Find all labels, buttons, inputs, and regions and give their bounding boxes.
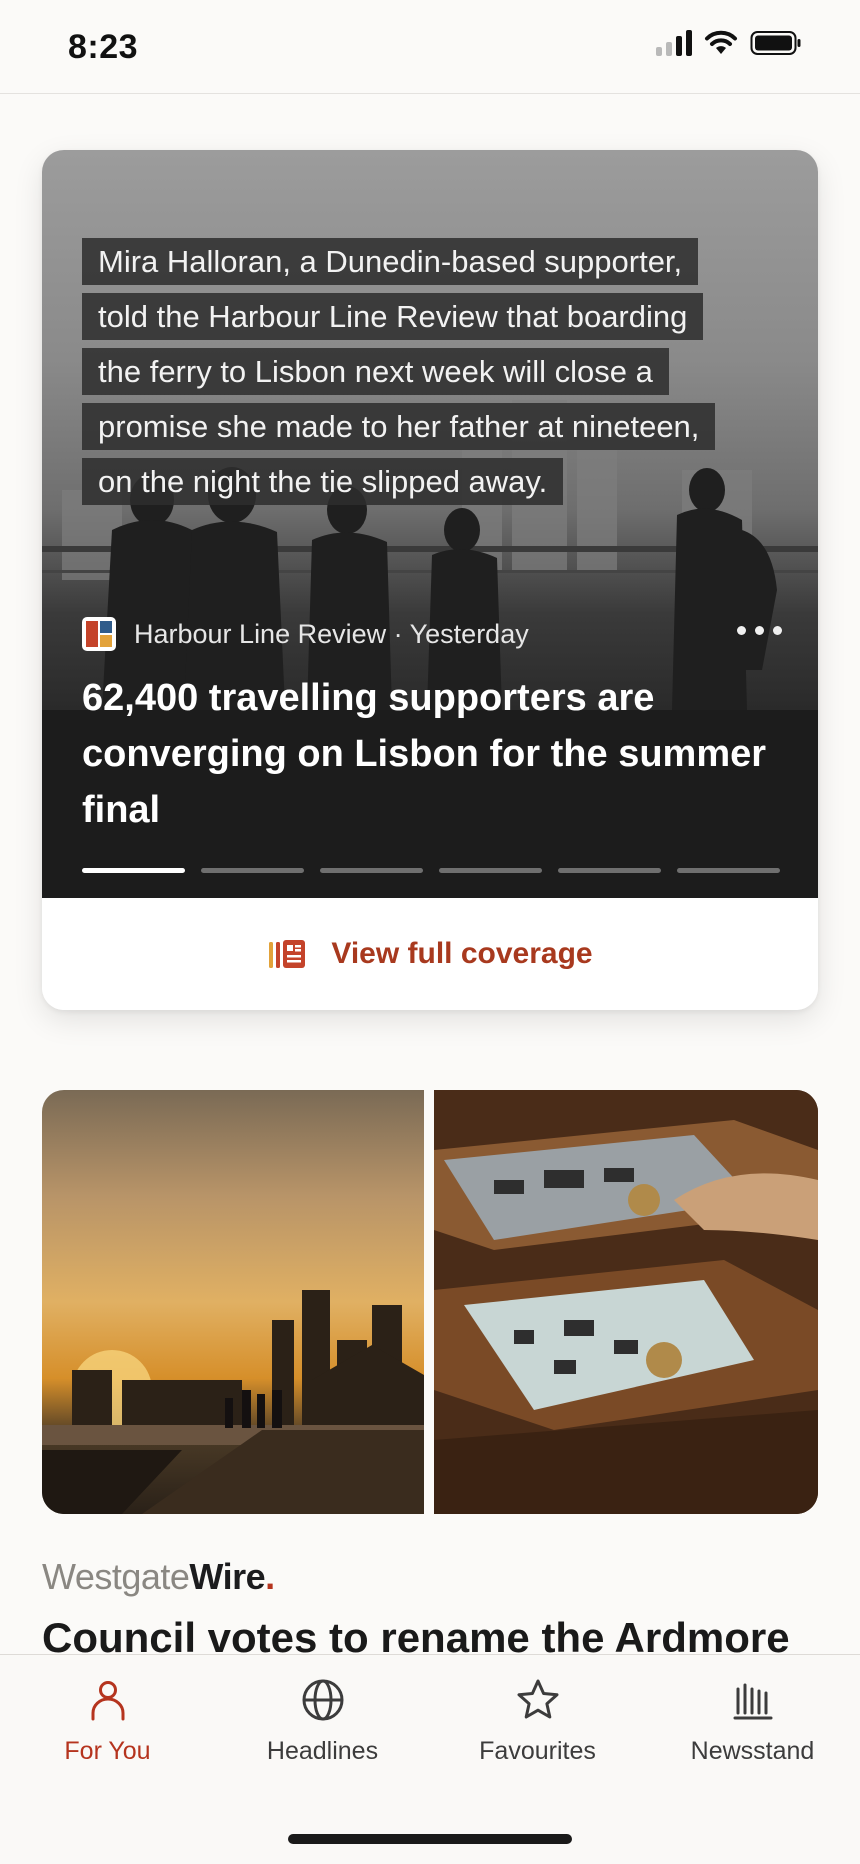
tab-favourites[interactable]: Favourites xyxy=(430,1677,645,1787)
brand-bold: Wire xyxy=(189,1556,266,1597)
tab-label: For You xyxy=(64,1737,151,1765)
quote-line: the ferry to Lisbon next week will close… xyxy=(82,348,669,395)
hero-quote: Mira Halloran, a Dunedin-based supporter… xyxy=(82,234,782,509)
progress-segment xyxy=(439,868,542,873)
source-row: Harbour Line Review · Yesterday xyxy=(82,616,782,652)
tab-label: Newsstand xyxy=(690,1737,815,1765)
source-text: Harbour Line Review · Yesterday xyxy=(134,618,529,649)
publisher-brand: WestgateWire. xyxy=(42,1556,275,1598)
quote-line: on the night the tie slipped away. xyxy=(82,458,564,505)
quote-line: Mira Halloran, a Dunedin-based supporter… xyxy=(82,238,699,285)
status-icons xyxy=(656,30,802,56)
brand-dot: . xyxy=(265,1556,275,1597)
progress-segment xyxy=(558,868,661,873)
quote-line: told the Harbour Line Review that boardi… xyxy=(82,293,704,340)
hero-image: Mira Halloran, a Dunedin-based supporter… xyxy=(42,150,818,898)
tab-headlines[interactable]: Headlines xyxy=(215,1677,430,1787)
person-icon xyxy=(91,1681,124,1721)
more-options-icon[interactable] xyxy=(737,626,782,635)
tab-bar: For You Headlines Favourites Newsstand xyxy=(0,1654,860,1864)
progress-segment xyxy=(82,868,185,873)
progress-segment xyxy=(320,868,423,873)
globe-icon xyxy=(302,1679,343,1721)
story-image-pair[interactable] xyxy=(42,1090,818,1514)
view-full-coverage-button[interactable]: View full coverage xyxy=(42,898,818,1010)
progress-segment xyxy=(677,868,780,873)
newsstand-icon xyxy=(733,1683,772,1720)
status-time: 8:23 xyxy=(68,28,139,66)
coverage-label: View full coverage xyxy=(331,937,593,970)
coverage-icon xyxy=(269,940,306,968)
brand-light: Westgate xyxy=(42,1556,190,1597)
hero-headline[interactable]: 62,400 travelling supporters are converg… xyxy=(82,670,782,838)
battery-icon xyxy=(750,31,801,55)
tab-for-you[interactable]: For You xyxy=(0,1677,215,1787)
star-icon xyxy=(517,1679,558,1719)
progress-segment xyxy=(201,868,304,873)
printing-type-drawers-image xyxy=(434,1090,818,1514)
wifi-icon xyxy=(705,30,737,54)
publisher-logo-icon xyxy=(82,617,116,651)
home-indicator[interactable] xyxy=(288,1834,572,1844)
harbour-sunset-image xyxy=(42,1090,424,1514)
hero-story-card[interactable]: Mira Halloran, a Dunedin-based supporter… xyxy=(42,150,818,1010)
tab-newsstand[interactable]: Newsstand xyxy=(645,1677,860,1787)
status-bar: 8:23 xyxy=(0,0,860,94)
story-progress xyxy=(82,868,780,874)
quote-line: promise she made to her father at ninete… xyxy=(82,403,716,450)
tab-label: Headlines xyxy=(266,1737,379,1765)
tab-label: Favourites xyxy=(479,1737,596,1765)
cellular-signal-icon xyxy=(656,30,692,56)
